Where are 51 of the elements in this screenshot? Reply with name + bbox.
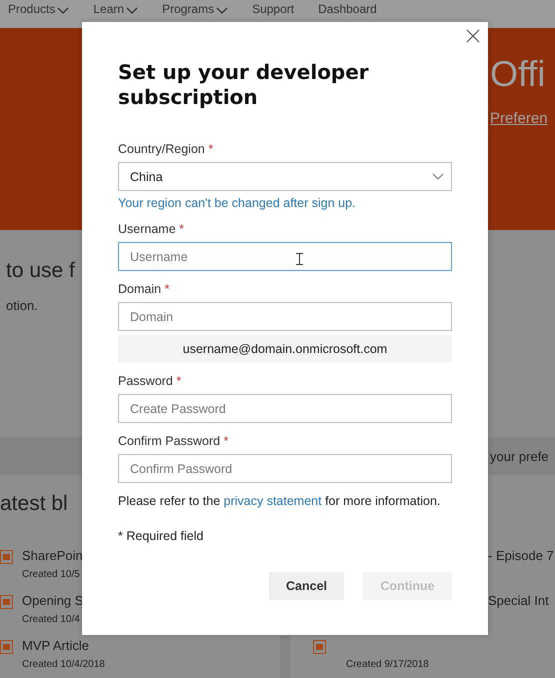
blog-title[interactable]: - Episode 7	[488, 547, 554, 565]
privacy-text: Please refer to the privacy statement for more information.	[118, 493, 442, 509]
text-cursor-icon	[296, 253, 303, 265]
privacy-link[interactable]: privacy statement	[224, 494, 322, 508]
help-text: Your region can't be changed after sign up.	[118, 195, 357, 211]
country-select[interactable]: China	[118, 162, 452, 191]
blog-date: Created 10/4	[22, 613, 81, 627]
domain-preview: username@domain.onmicrosoft.com	[118, 335, 452, 362]
document-icon	[0, 595, 13, 609]
blog-date: Created 10/5	[22, 568, 81, 582]
chevron-down-icon	[57, 7, 70, 14]
close-icon[interactable]	[466, 29, 480, 43]
chevron-down-icon	[432, 173, 444, 180]
document-icon	[0, 640, 13, 654]
nav-link[interactable]: Dashboard	[318, 2, 377, 16]
required-mark: *	[176, 374, 182, 388]
field-label: Country/Region	[118, 142, 205, 156]
blog-title[interactable]: SharePoin	[22, 547, 83, 565]
required-note: * Required field	[118, 528, 204, 544]
blog-title[interactable]: MVP Article	[22, 637, 105, 655]
cancel-button[interactable]: Cancel	[269, 572, 344, 600]
required-mark: *	[164, 282, 170, 296]
field-label: Username	[118, 222, 176, 236]
hero-title: Offi	[490, 52, 546, 96]
nav-link[interactable]: Products	[8, 2, 56, 16]
dialog-title: Set up your developer subscription	[118, 60, 370, 110]
chevron-down-icon	[126, 7, 138, 14]
nav-link[interactable]: Programs	[162, 2, 214, 16]
nav-link[interactable]: Learn	[93, 2, 124, 16]
nav-link[interactable]: Support	[252, 2, 294, 16]
section-text: otion.	[6, 298, 39, 314]
blog-date: Created 9/17/2018	[346, 658, 429, 672]
blog-title[interactable]: Special Int	[488, 592, 549, 610]
document-icon	[0, 550, 13, 564]
input-field[interactable]: Domain	[118, 302, 452, 331]
required-mark: *	[179, 222, 184, 236]
document-icon	[313, 640, 326, 654]
preferences-link[interactable]: Preferen	[490, 110, 548, 127]
field-label: Password	[118, 374, 173, 388]
input-field[interactable]: Create Password	[118, 394, 452, 423]
input-field[interactable]: Confirm Password	[118, 454, 452, 483]
section-heading: to use f	[6, 258, 75, 284]
blog-heading: atest bl	[0, 491, 68, 517]
band-text: your prefe	[490, 448, 549, 464]
chevron-down-icon	[216, 7, 228, 14]
field-label: Domain	[118, 282, 162, 296]
required-mark: *	[224, 434, 228, 448]
field-label: Confirm Password	[118, 434, 220, 448]
input-field[interactable]: Username	[118, 242, 452, 271]
blog-date: Created 10/4/2018	[22, 658, 105, 672]
required-mark: *	[208, 142, 214, 156]
